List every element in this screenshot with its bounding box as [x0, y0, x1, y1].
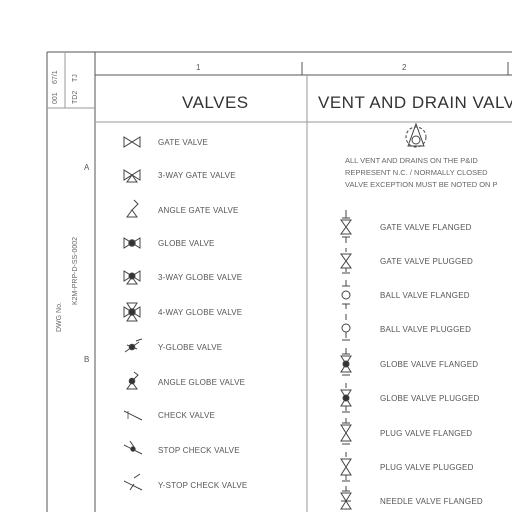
plug-valve-plugged-icon	[340, 452, 352, 482]
vent-label-gate-plugged: GATE VALVE PLUGGED	[380, 257, 473, 266]
gate-valve-flanged-icon	[340, 210, 352, 243]
gate-valve-plugged-icon	[340, 248, 352, 274]
vent-label-plug-flanged: PLUG VALVE FLANGED	[380, 429, 473, 438]
needle-valve-flanged-icon	[340, 486, 352, 510]
vent-label-gate-flanged: GATE VALVE FLANGED	[380, 223, 472, 232]
vent-label-needle-flanged: NEEDLE VALVE FLANGED	[380, 497, 483, 506]
vent-drain-note-line-1: ALL VENT AND DRAINS ON THE P&ID	[345, 156, 478, 165]
vent-label-globe-flanged: GLOBE VALVE FLANGED	[380, 360, 479, 369]
vent-label-ball-plugged: BALL VALVE PLUGGED	[380, 325, 472, 334]
globe-valve-plugged-icon	[340, 383, 352, 413]
plug-valve-flanged-icon	[340, 418, 352, 445]
drawing-sheet: 1 2 A B 67/1 TJ 001 TD2 K2M-PRP-D-SS-000…	[0, 0, 512, 512]
normally-closed-note-icon	[405, 122, 427, 148]
ball-valve-plugged-icon	[341, 314, 351, 341]
ball-valve-flanged-icon	[341, 280, 351, 309]
vent-label-globe-plugged: GLOBE VALVE PLUGGED	[380, 394, 480, 403]
globe-valve-flanged-icon	[340, 348, 352, 376]
vent-label-plug-plugged: PLUG VALVE PLUGGED	[380, 463, 474, 472]
vent-label-ball-flanged: BALL VALVE FLANGED	[380, 291, 470, 300]
vent-drain-note-line-3: VALVE EXCEPTION MUST BE NOTED ON P	[345, 180, 498, 189]
vent-drain-note-line-2: REPRESENT N.C. / NORMALLY CLOSED	[345, 168, 488, 177]
